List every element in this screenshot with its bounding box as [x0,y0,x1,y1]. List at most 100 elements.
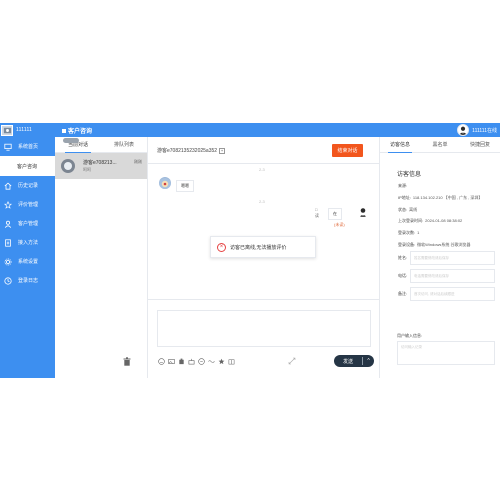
message-bubble: 嗯嗯 [176,180,194,192]
title-marker-icon [62,128,66,133]
input-info-title: 用户输入信息: [397,333,423,338]
section-title: 访客信息 [397,172,422,178]
sidebar-item-label: 接入方法 [18,240,39,246]
copy-icon[interactable]: + [219,147,226,154]
message-time: 2-3 [259,199,265,204]
note-field[interactable]: 首次访问, 请对话后续跟进 [410,287,495,301]
sidebar-item-label: 客户管理 [18,221,39,227]
user-input-textarea[interactable]: 访问输入记录 [397,341,495,365]
visitor-avatar [61,159,75,173]
sidebar-item-label: 登录日志 [18,278,39,284]
tab-blacklist[interactable]: 黑名单 [420,137,460,152]
name-field[interactable]: 姓名需要修改请后保存 [410,251,495,265]
sidebar-item-label: 客户咨询 [17,163,38,170]
info-login-count: 登录次数: 1 [398,230,420,235]
sidebar-item-login-log[interactable]: 登录日志 [0,271,55,290]
message-list: 2-3 嗯嗯 2-3 □ 读 在 (未读) × 访客已离线,无法播放评价 [148,165,379,293]
offline-notice: × 访客已离线,无法播放评价 [210,236,316,258]
image-icon[interactable] [167,357,175,365]
phone-field[interactable]: 电话需要修改请后保存 [410,269,495,283]
monitor-icon [4,143,12,151]
home-icon [4,182,12,190]
tab-label: 黑名单 [432,142,448,148]
tab-current[interactable]: 当前对话 [55,137,101,153]
visitor-info-panel: 访客信息 黑名单 快捷回复 访客信息 来源: IP地址: 118.134.102.… [379,137,500,378]
sidebar-item-label: 评价管理 [18,202,39,208]
star-icon [4,200,12,209]
sidebar-item-label: 系统首页 [18,144,39,150]
chat-title: 游客e7082135232025a352 + [157,147,226,154]
conversation-tabs: 当前对话 排队列表 [55,137,147,153]
brand: 111111 [0,123,55,137]
page-title: 客户咨询 [62,126,92,135]
tab-label: 排队列表 [113,142,134,148]
star-icon[interactable] [217,357,225,365]
chat-visitor-id: 游客e7082135232025a352 [157,148,218,154]
user-menu[interactable]: 111111在线 [457,124,497,136]
file-icon[interactable] [177,357,185,365]
document-icon [4,238,12,247]
chat-panel: 游客e7082135232025a352 + 结束对话 2-3 嗯嗯 2-3 □… [148,137,379,378]
info-tabs: 访客信息 黑名单 快捷回复 [380,137,500,153]
brand-text: 111111 [16,127,33,133]
composer-toolbar [157,357,235,365]
name-label: 姓名: [398,255,408,260]
logo-icon [1,124,13,136]
sidebar-item-label: 系统设置 [18,259,39,265]
sidebar-item-label: 历史记录 [18,183,39,189]
sidebar-item-access[interactable]: 接入方法 [0,233,55,252]
sidebar: 系统首页 客户咨询 历史记录 评价管理 客户管理 接入方法 系统设置 登录日志 [0,137,55,378]
info-device: 登录设备: 微软Windows系统 谷歌浏览器 [398,242,471,247]
top-bar: 111111 客户咨询 111111在线 [0,123,500,137]
clock-icon [4,276,12,285]
book-icon[interactable] [227,357,235,365]
page-title-text: 客户咨询 [68,129,93,135]
wave-icon[interactable] [207,357,215,365]
checkbox-icon[interactable]: □ [315,207,317,212]
emoji-icon[interactable] [197,357,205,365]
info-source: 来源: [398,183,408,188]
sidebar-item-customers[interactable]: 客户管理 [0,214,55,233]
unread-status: (未读) [334,222,345,227]
trash-icon[interactable] [123,357,131,366]
send-button-group: 发送 ^ [334,355,374,367]
message-input[interactable] [157,310,371,347]
send-button[interactable]: 发送 [334,358,362,365]
conversation-time: 刚刚 [134,159,142,164]
tab-quick-reply[interactable]: 快捷回复 [460,137,500,152]
info-ip: IP地址: 118.134.102.210 【中国 , 广东 , 深圳】 [398,195,483,200]
sidebar-item-history[interactable]: 历史记录 [0,176,55,195]
tab-label: 快捷回复 [469,142,490,148]
chevron-up-icon[interactable]: ^ [363,358,374,364]
sidebar-item-home[interactable]: 系统首页 [0,137,55,156]
avatar[interactable] [457,124,470,136]
sidebar-item-consult[interactable]: 客户咨询 [0,156,55,176]
chat-header: 游客e7082135232025a352 + 结束对话 [148,137,379,164]
note-label: 备注: [398,291,408,296]
count-badge [63,138,79,143]
expand-icon[interactable] [288,357,296,365]
close-circle-icon: × [217,242,226,252]
message-time: 2-3 [259,167,265,172]
end-conversation-button[interactable]: 结束对话 [332,144,363,157]
conversation-name: 游客e708213... [83,160,117,166]
tab-queue[interactable]: 排队列表 [101,137,147,152]
user-icon [4,220,12,228]
info-status: 状态: 离线 [398,207,418,212]
app-window: 111111 客户咨询 111111在线 系统首页 客户咨询 历史记录 评价管理 [0,123,500,378]
conversation-panel: 当前对话 排队列表 游客e708213... 刚刚 呵呵 [55,137,148,378]
conversation-item[interactable]: 游客e708213... 刚刚 呵呵 [55,153,147,179]
sidebar-item-settings[interactable]: 系统设置 [0,252,55,271]
agent-avatar [357,205,369,217]
user-name: 111111在线 [472,127,497,134]
conversation-last-message: 呵呵 [83,167,91,172]
smile-icon[interactable] [157,357,165,365]
tab-label: 访客信息 [389,142,410,148]
link-icon[interactable] [187,357,195,365]
sidebar-item-rating[interactable]: 评价管理 [0,195,55,214]
notice-text: 访客已离线,无法播放评价 [230,244,287,251]
visitor-avatar [159,177,171,189]
phone-label: 电话: [398,273,408,278]
status-label: 读 [315,213,319,218]
tab-visitor-info[interactable]: 访客信息 [380,137,420,153]
